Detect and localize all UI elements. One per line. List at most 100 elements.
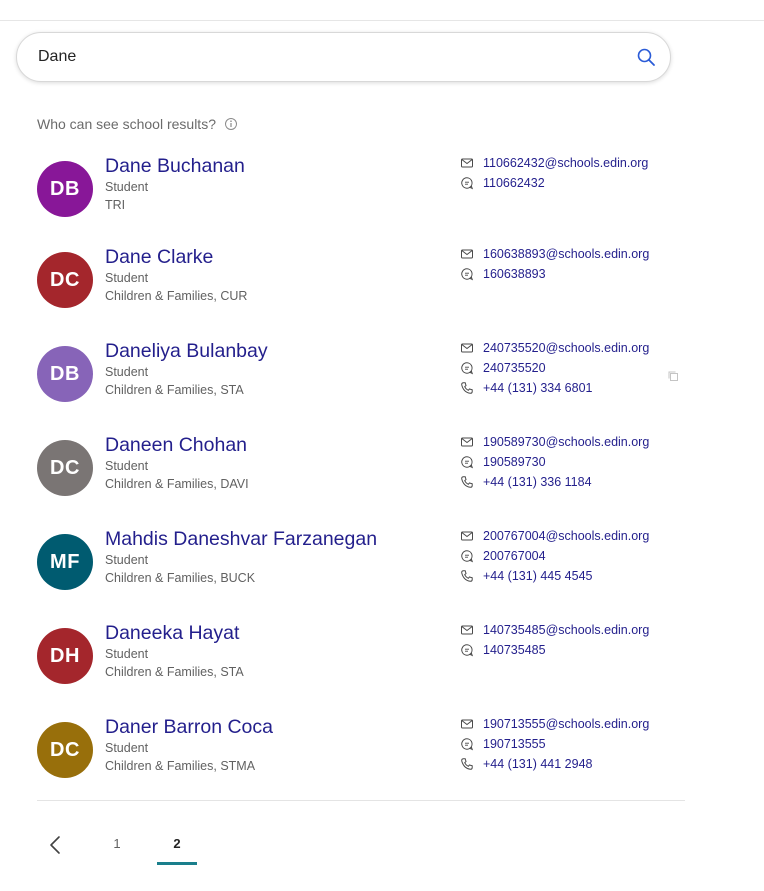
mail-icon <box>460 247 474 261</box>
chat-link[interactable]: 190713555 <box>460 734 649 754</box>
result-item[interactable]: DC Daner Barron Coca Student Children & Fam… <box>37 716 697 802</box>
result-item[interactable]: DH Daneeka Hayat Student Children & Familie… <box>37 622 697 708</box>
contact-details: 160638893@schools.edin.org 160638893 <box>460 244 649 284</box>
person-info: Daneen Chohan Student Children & Families,… <box>105 433 249 493</box>
email-text: 140735485@schools.edin.org <box>483 623 650 637</box>
chat-text: 240735520 <box>483 361 546 375</box>
person-name-link[interactable]: Daneeka Hayat <box>105 621 244 645</box>
email-link[interactable]: 190589730@schools.edin.org <box>460 432 649 452</box>
person-info: Daneeka Hayat Student Children & Families,… <box>105 621 244 681</box>
person-info: Mahdis Daneshvar Farzanegan Student Childr… <box>105 527 377 587</box>
email-link[interactable]: 140735485@schools.edin.org <box>460 620 649 640</box>
page-2-button[interactable]: 2 <box>167 836 187 854</box>
avatar[interactable]: MF <box>37 534 93 590</box>
phone-text: +44 (131) 334 6801 <box>483 381 593 395</box>
current-page-indicator <box>157 862 197 865</box>
person-name-link[interactable]: Dane Buchanan <box>105 154 245 178</box>
chat-link[interactable]: 240735520 <box>460 358 649 378</box>
chat-icon <box>460 176 474 190</box>
person-department: TRI <box>105 198 126 212</box>
search-bar[interactable] <box>16 32 671 82</box>
phone-link[interactable]: +44 (131) 445 4545 <box>460 566 649 586</box>
info-icon[interactable] <box>224 117 238 131</box>
person-role: Student <box>105 647 149 661</box>
person-name-link[interactable]: Daneen Chohan <box>105 433 249 457</box>
top-divider <box>0 20 764 21</box>
visibility-note-text: Who can see school results? <box>37 116 216 132</box>
chat-text: 190713555 <box>483 737 546 751</box>
person-department: Children & Families, STA <box>105 383 244 397</box>
contact-details: 190713555@schools.edin.org 190713555 +44 (… <box>460 714 649 774</box>
avatar[interactable]: DB <box>37 161 93 217</box>
person-info: Daner Barron Coca Student Children & Famil… <box>105 715 273 775</box>
chat-text: 110662432 <box>483 176 545 190</box>
person-name-link[interactable]: Daner Barron Coca <box>105 715 273 739</box>
person-name-link[interactable]: Dane Clarke <box>105 245 247 269</box>
person-role: Student <box>105 553 149 567</box>
email-link[interactable]: 200767004@schools.edin.org <box>460 526 649 546</box>
avatar[interactable]: DC <box>37 722 93 778</box>
avatar[interactable]: DH <box>37 628 93 684</box>
mail-icon <box>460 435 474 449</box>
person-info: Dane Buchanan Student TRI <box>105 154 245 214</box>
phone-link[interactable]: +44 (131) 334 6801 <box>460 378 649 398</box>
result-item[interactable]: DB Dane Buchanan Student TRI 110662432@schoo… <box>37 155 697 241</box>
mail-icon <box>460 156 474 170</box>
chat-link[interactable]: 140735485 <box>460 640 649 660</box>
mail-icon <box>460 341 474 355</box>
result-item[interactable]: DB Daneliya Bulanbay Student Children & Fam… <box>37 340 697 426</box>
person-role: Student <box>105 365 149 379</box>
phone-icon <box>460 569 474 583</box>
email-link[interactable]: 160638893@schools.edin.org <box>460 244 649 264</box>
search-input[interactable] <box>38 45 598 69</box>
person-role: Student <box>105 271 149 285</box>
phone-link[interactable]: +44 (131) 336 1184 <box>460 472 649 492</box>
email-link[interactable]: 110662432@schools.edin.org <box>460 153 648 173</box>
visibility-note[interactable]: Who can see school results? <box>37 115 238 133</box>
email-link[interactable]: 190713555@schools.edin.org <box>460 714 649 734</box>
avatar[interactable]: DB <box>37 346 93 402</box>
result-item[interactable]: DC Dane Clarke Student Children & Families,… <box>37 246 697 332</box>
person-department: Children & Families, DAVI <box>105 477 249 491</box>
page-1-button[interactable]: 1 <box>107 836 127 854</box>
chat-text: 160638893 <box>483 267 546 281</box>
person-name-link[interactable]: Daneliya Bulanbay <box>105 339 268 363</box>
chevron-left-icon[interactable] <box>44 833 68 857</box>
phone-text: +44 (131) 336 1184 <box>483 475 592 489</box>
phone-icon <box>460 475 474 489</box>
contact-details: 190589730@schools.edin.org 190589730 +44 (… <box>460 432 649 492</box>
email-text: 110662432@schools.edin.org <box>483 156 649 170</box>
chat-text: 200767004 <box>483 549 546 563</box>
person-info: Daneliya Bulanbay Student Children & Famil… <box>105 339 268 399</box>
chat-link[interactable]: 190589730 <box>460 452 649 472</box>
person-role: Student <box>105 741 149 755</box>
person-department: Children & Families, BUCK <box>105 571 256 585</box>
phone-icon <box>460 381 474 395</box>
phone-text: +44 (131) 445 4545 <box>483 569 593 583</box>
person-department: Children & Families, CUR <box>105 289 248 303</box>
person-name-link[interactable]: Mahdis Daneshvar Farzanegan <box>105 527 377 551</box>
chat-link[interactable]: 110662432 <box>460 173 648 193</box>
search-icon[interactable] <box>636 47 656 67</box>
result-item[interactable]: DC Daneen Chohan Student Children & Familie… <box>37 434 697 520</box>
result-item[interactable]: MF Mahdis Daneshvar Farzanegan Student Chil… <box>37 528 697 614</box>
phone-text: +44 (131) 441 2948 <box>483 757 593 771</box>
avatar[interactable]: DC <box>37 440 93 496</box>
email-text: 240735520@schools.edin.org <box>483 341 650 355</box>
email-link[interactable]: 240735520@schools.edin.org <box>460 338 649 358</box>
phone-link[interactable]: +44 (131) 441 2948 <box>460 754 649 774</box>
chat-icon <box>460 267 474 281</box>
chat-link[interactable]: 200767004 <box>460 546 649 566</box>
copy-icon[interactable] <box>667 370 679 382</box>
mail-icon <box>460 717 474 731</box>
avatar[interactable]: DC <box>37 252 93 308</box>
person-info: Dane Clarke Student Children & Families, C… <box>105 245 247 305</box>
person-role: Student <box>105 459 149 473</box>
chat-icon <box>460 455 474 469</box>
chat-link[interactable]: 160638893 <box>460 264 649 284</box>
person-department: Children & Families, STMA <box>105 759 256 773</box>
chat-icon <box>460 737 474 751</box>
contact-details: 110662432@schools.edin.org 110662432 <box>460 153 648 193</box>
chat-text: 190589730 <box>483 455 546 469</box>
chat-text: 140735485 <box>483 643 546 657</box>
